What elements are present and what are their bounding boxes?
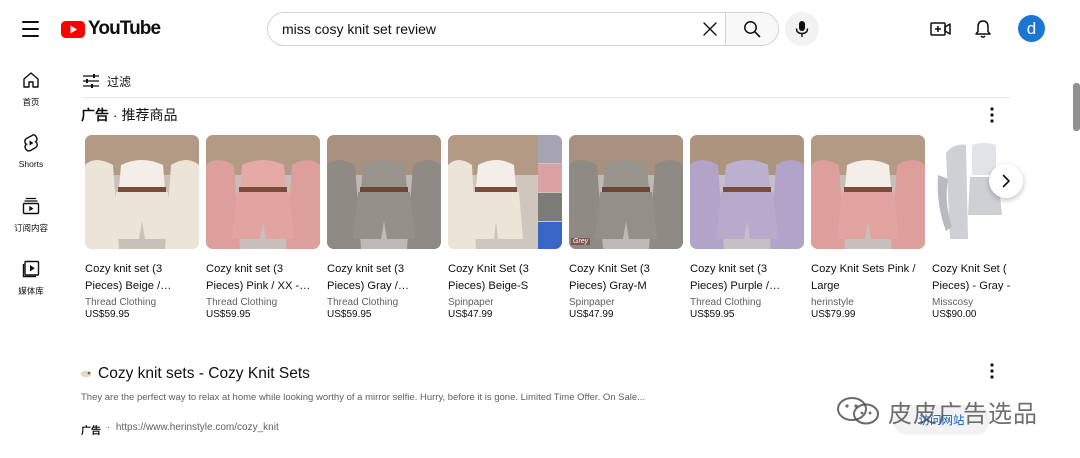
home-icon xyxy=(23,72,39,88)
filter-divider xyxy=(82,97,1010,98)
product-title: Cozy knit set (3 Pieces) Gray /… xyxy=(327,263,410,292)
text-ad-headline[interactable]: Cozy knit sets - Cozy Knit Sets xyxy=(80,364,310,384)
filter-label: 过滤 xyxy=(107,74,132,89)
more-vert-icon xyxy=(990,107,994,123)
product-seller: Misscosy xyxy=(932,297,974,308)
shopping-shelf-header: 广告 · 推荐商品 xyxy=(81,106,177,124)
filter-button[interactable]: 过滤 xyxy=(82,70,131,92)
create-video-icon xyxy=(930,22,951,36)
close-icon xyxy=(703,22,717,36)
wechat-logo-icon xyxy=(837,397,879,425)
guide-item-shorts[interactable]: Shorts xyxy=(0,133,62,183)
guide-item-library[interactable]: 媒体库 xyxy=(0,259,62,309)
shelf-more-actions-button[interactable] xyxy=(983,105,1001,125)
header-separator: · xyxy=(109,107,122,123)
product-price: US$79.99 xyxy=(811,309,856,320)
product-card[interactable]: Cozy knit set (3 Pieces) Purple /… Threa… xyxy=(690,135,805,321)
subscriptions-icon xyxy=(22,197,40,215)
product-title: Cozy Knit Set (3 Pieces) Beige-S xyxy=(448,263,529,292)
page-scrollbar-thumb[interactable] xyxy=(1073,83,1080,131)
youtube-logo-text: YouTube xyxy=(88,18,161,39)
text-ad-title: Cozy knit sets - Cozy Knit Sets xyxy=(98,365,310,382)
text-ad-url-row: 广告 · https://www.herinstyle.com/cozy_kni… xyxy=(81,422,279,437)
text-ad-description: They are the perfect way to relax at hom… xyxy=(81,392,646,403)
product-title: Cozy Knit Set ( Pieces) - Gray - xyxy=(932,263,1010,292)
ad-label: 广告 xyxy=(81,426,101,437)
product-card[interactable]: Cozy knit set (3 Pieces) Pink / XX -… Th… xyxy=(206,135,321,321)
product-seller: Thread Clothing xyxy=(85,297,157,308)
product-carousel: Cozy knit set (3 Pieces) Beige /… Thread… xyxy=(85,135,1010,325)
product-thumbnail xyxy=(448,135,562,249)
ad-label: 广告 xyxy=(81,107,109,123)
product-seller: Thread Clothing xyxy=(206,297,278,308)
guide-item-subscriptions[interactable]: 订阅内容 xyxy=(0,196,62,246)
product-thumbnail xyxy=(206,135,320,249)
product-thumbnail: Grey xyxy=(569,135,683,249)
carousel-next-button[interactable] xyxy=(989,164,1023,198)
product-card[interactable]: Cozy Knit Sets Pink / Large herinstyle U… xyxy=(811,135,926,321)
guide-item-label: Shorts xyxy=(18,159,44,169)
product-price: US$59.95 xyxy=(206,309,251,320)
url-separator: · xyxy=(104,422,113,433)
product-thumbnail xyxy=(690,135,804,249)
product-price: US$90.00 xyxy=(932,309,977,320)
masthead: YouTube d xyxy=(0,0,1080,57)
youtube-logo[interactable]: YouTube xyxy=(61,17,161,41)
library-icon xyxy=(22,260,40,278)
product-card[interactable]: Grey Cozy Knit Set (3 Pieces) Gray-M Spi… xyxy=(569,135,684,321)
guide-item-label: 媒体库 xyxy=(18,286,44,296)
product-title: Cozy knit set (3 Pieces) Pink / XX -… xyxy=(206,263,311,292)
product-title: Cozy Knit Sets Pink / Large xyxy=(811,263,916,292)
voice-search-button[interactable] xyxy=(785,12,819,46)
product-thumbnail xyxy=(327,135,441,249)
product-seller: Spinpaper xyxy=(569,297,615,308)
clear-search-button[interactable] xyxy=(698,17,722,41)
product-title: Cozy knit set (3 Pieces) Beige /… xyxy=(85,263,172,292)
text-ad-url[interactable]: https://www.herinstyle.com/cozy_knit xyxy=(116,422,279,437)
product-price: US$59.95 xyxy=(327,309,372,320)
guide-item-label: 订阅内容 xyxy=(13,223,48,233)
product-seller: Thread Clothing xyxy=(690,297,762,308)
account-avatar[interactable]: d xyxy=(1018,15,1045,42)
filter-sliders-icon xyxy=(83,74,99,88)
guide-item-home[interactable]: 首页 xyxy=(0,70,62,120)
product-thumbnail xyxy=(811,135,925,249)
product-card[interactable]: Cozy knit set (3 Pieces) Beige /… Thread… xyxy=(85,135,200,321)
product-title: Cozy Knit Set (3 Pieces) Gray-M xyxy=(569,263,650,292)
more-vert-icon xyxy=(990,363,994,379)
text-ad-more-actions-button[interactable] xyxy=(983,361,1001,381)
search-input[interactable] xyxy=(282,21,682,37)
product-price: US$59.95 xyxy=(690,309,735,320)
guide-menu-button[interactable] xyxy=(18,16,44,42)
product-seller: Spinpaper xyxy=(448,297,494,308)
notifications-button[interactable] xyxy=(971,17,995,41)
product-price: US$59.95 xyxy=(85,309,130,320)
product-price: US$47.99 xyxy=(448,309,493,320)
product-price: US$47.99 xyxy=(569,309,614,320)
shelf-title: 推荐商品 xyxy=(121,107,178,123)
create-button[interactable] xyxy=(929,17,953,41)
microphone-icon xyxy=(795,21,809,37)
product-seller: Thread Clothing xyxy=(327,297,399,308)
product-card[interactable]: Cozy Knit Set (3 Pieces) Beige-S Spinpap… xyxy=(448,135,563,321)
product-title: Cozy knit set (3 Pieces) Purple /… xyxy=(690,263,781,292)
search-icon xyxy=(744,21,761,38)
bell-icon xyxy=(975,20,991,38)
guide-item-label: 首页 xyxy=(22,97,40,107)
chevron-right-icon xyxy=(1002,174,1010,188)
product-seller: herinstyle xyxy=(811,297,854,308)
product-card[interactable]: Cozy knit set (3 Pieces) Gray /… Thread … xyxy=(327,135,442,321)
visit-site-button[interactable]: 访问网站 xyxy=(893,405,990,435)
search-box xyxy=(267,12,726,46)
search-button[interactable] xyxy=(725,12,779,46)
advertiser-favicon xyxy=(80,370,92,378)
product-thumbnail xyxy=(85,135,199,249)
shorts-icon xyxy=(24,134,38,152)
youtube-play-icon xyxy=(61,20,85,38)
product-card[interactable]: Cozy Knit Set ( Pieces) - Gray - Misscos… xyxy=(932,135,1010,321)
thumbnail-color-badge: Grey xyxy=(571,238,591,245)
